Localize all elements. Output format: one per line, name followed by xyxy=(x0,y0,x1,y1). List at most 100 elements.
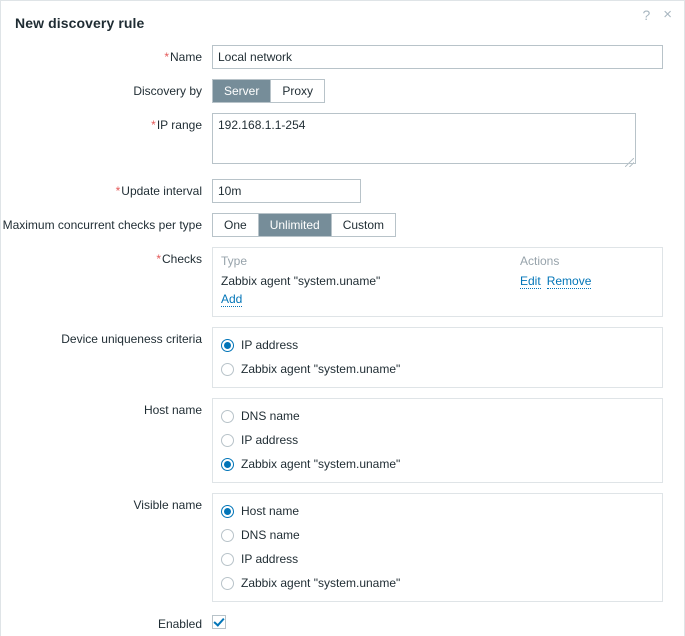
field-update-interval xyxy=(212,179,672,203)
visible-name-label-2: IP address xyxy=(241,552,299,566)
visible-name-option-ip-address[interactable]: IP address xyxy=(221,547,654,571)
radio-unselected-icon xyxy=(221,528,234,542)
field-visible-name: Host name DNS name IP address Zabbix age… xyxy=(212,493,672,602)
field-enabled xyxy=(212,614,672,634)
field-device-uniqueness: IP address Zabbix agent "system.uname" xyxy=(212,327,672,388)
label-visible-name: Visible name xyxy=(133,498,202,512)
row-host-name: Host name DNS name IP address Zabbix age… xyxy=(1,398,672,483)
label-discovery-by: Discovery by xyxy=(133,84,202,98)
update-interval-input[interactable] xyxy=(212,179,361,203)
label-update-interval-text: Update interval xyxy=(121,184,202,198)
checks-table-body: Zabbix agent "system.uname" Edit Remove A… xyxy=(221,273,654,309)
checks-panel: Type Actions Zabbix agent "system.uname"… xyxy=(212,247,663,317)
ip-range-textarea[interactable]: 192.168.1.1-254 xyxy=(212,113,636,164)
checks-header-row: Type Actions xyxy=(221,251,654,273)
field-ip-range: 192.168.1.1-254 xyxy=(212,113,672,169)
visible-name-option-zabbix-agent[interactable]: Zabbix agent "system.uname" xyxy=(221,571,654,595)
visible-name-label-0: Host name xyxy=(241,504,300,518)
label-name-text: Name xyxy=(169,50,202,64)
radio-unselected-icon xyxy=(221,552,234,566)
required-marker: * xyxy=(115,184,121,198)
table-row: Zabbix agent "system.uname" Edit Remove xyxy=(221,273,654,291)
remove-link[interactable]: Remove xyxy=(546,274,592,289)
checks-column-type: Type xyxy=(221,254,248,268)
device-uniqueness-label-0: IP address xyxy=(241,338,299,352)
add-row-spacer xyxy=(516,291,654,309)
row-ip-range: *IP range 192.168.1.1-254 xyxy=(1,113,672,169)
field-host-name: DNS name IP address Zabbix agent "system… xyxy=(212,398,672,483)
host-name-radio-group: DNS name IP address Zabbix agent "system… xyxy=(212,398,663,483)
row-visible-name: Visible name Host name DNS name IP addre… xyxy=(1,493,672,602)
add-link-cell: Add xyxy=(221,291,516,309)
check-type-cell: Zabbix agent "system.uname" xyxy=(221,274,381,288)
host-name-option-ip-address[interactable]: IP address xyxy=(221,428,654,452)
row-discovery-by: Discovery by Server Proxy xyxy=(1,79,672,103)
field-name xyxy=(212,45,672,69)
visible-name-label-3: Zabbix agent "system.uname" xyxy=(241,576,401,590)
device-uniqueness-option-zabbix-agent[interactable]: Zabbix agent "system.uname" xyxy=(221,357,654,381)
dialog-window-controls: ? × xyxy=(642,7,672,22)
max-concurrent-checks-segmented-control: One Unlimited Custom xyxy=(212,213,397,237)
label-update-interval: *Update interval xyxy=(1,179,212,203)
label-checks: *Checks xyxy=(1,247,212,271)
new-discovery-rule-dialog: New discovery rule ? × *Name Discovery b… xyxy=(0,0,685,636)
device-uniqueness-label-1: Zabbix agent "system.uname" xyxy=(241,362,401,376)
discovery-rule-form: *Name Discovery by Server Proxy *IP rang… xyxy=(1,45,684,636)
ip-range-textarea-wrapper: 192.168.1.1-254 xyxy=(212,113,636,169)
field-max-concurrent-checks: One Unlimited Custom xyxy=(212,213,672,237)
label-checks-text: Checks xyxy=(161,252,202,266)
max-checks-option-custom[interactable]: Custom xyxy=(331,214,396,236)
discovery-by-option-proxy[interactable]: Proxy xyxy=(271,80,325,102)
host-name-option-dns-name[interactable]: DNS name xyxy=(221,404,654,428)
row-max-concurrent-checks: Maximum concurrent checks per type One U… xyxy=(1,213,672,237)
host-name-label-1: IP address xyxy=(241,433,299,447)
row-device-uniqueness: Device uniqueness criteria IP address Za… xyxy=(1,327,672,388)
label-name: *Name xyxy=(1,45,212,69)
checks-column-actions: Actions xyxy=(520,254,560,268)
visible-name-option-host-name[interactable]: Host name xyxy=(221,499,654,523)
field-checks: Type Actions Zabbix agent "system.uname"… xyxy=(212,247,672,317)
host-name-option-zabbix-agent[interactable]: Zabbix agent "system.uname" xyxy=(221,452,654,476)
row-enabled: Enabled xyxy=(1,612,672,636)
visible-name-label-1: DNS name xyxy=(241,528,300,542)
radio-unselected-icon xyxy=(221,362,234,376)
close-icon[interactable]: × xyxy=(663,7,672,22)
label-host-name: Host name xyxy=(143,403,202,417)
label-device-uniqueness: Device uniqueness criteria xyxy=(61,332,202,346)
required-marker: * xyxy=(151,118,156,132)
checks-add-row: Add xyxy=(221,291,654,309)
label-ip-range-text: IP range xyxy=(156,118,202,132)
max-checks-option-one[interactable]: One xyxy=(213,214,259,236)
check-actions-cell: Edit Remove xyxy=(516,273,654,291)
visible-name-option-dns-name[interactable]: DNS name xyxy=(221,523,654,547)
checks-table-head: Type Actions xyxy=(221,251,654,273)
field-discovery-by: Server Proxy xyxy=(212,79,672,103)
device-uniqueness-radio-group: IP address Zabbix agent "system.uname" xyxy=(212,327,663,388)
edit-link[interactable]: Edit xyxy=(520,274,541,289)
dialog-header: New discovery rule ? × xyxy=(1,1,684,45)
required-marker: * xyxy=(164,50,169,64)
discovery-by-segmented-control: Server Proxy xyxy=(212,79,326,103)
max-checks-option-unlimited[interactable]: Unlimited xyxy=(258,214,332,236)
checks-table: Type Actions Zabbix agent "system.uname"… xyxy=(221,251,654,309)
label-enabled: Enabled xyxy=(157,617,202,631)
label-max-concurrent-checks: Maximum concurrent checks per type xyxy=(2,218,202,232)
add-check-link[interactable]: Add xyxy=(221,292,243,307)
radio-selected-icon xyxy=(221,504,234,518)
radio-unselected-icon xyxy=(221,433,234,447)
host-name-label-2: Zabbix agent "system.uname" xyxy=(241,457,401,471)
row-checks: *Checks Type Actions Zabbix agent "syste… xyxy=(1,247,672,317)
name-input[interactable] xyxy=(212,45,663,69)
dialog-title: New discovery rule xyxy=(15,15,145,31)
label-ip-range: *IP range xyxy=(1,113,212,137)
radio-selected-icon xyxy=(221,457,234,471)
device-uniqueness-option-ip-address[interactable]: IP address xyxy=(221,333,654,357)
enabled-checkbox[interactable] xyxy=(212,614,226,629)
required-marker: * xyxy=(156,252,161,266)
help-icon[interactable]: ? xyxy=(642,8,650,22)
discovery-by-option-server[interactable]: Server xyxy=(213,80,272,102)
radio-selected-icon xyxy=(221,338,234,352)
radio-unselected-icon xyxy=(221,409,234,423)
radio-unselected-icon xyxy=(221,576,234,590)
row-name: *Name xyxy=(1,45,672,69)
